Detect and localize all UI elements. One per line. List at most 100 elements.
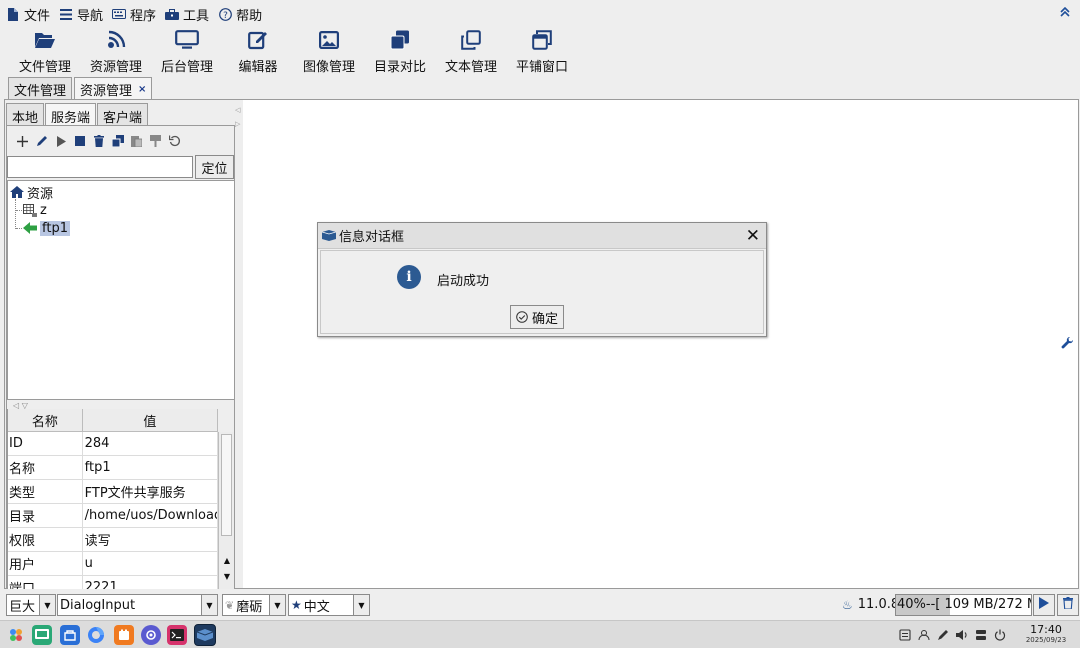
splitter-arrows-icon[interactable]: ◁ ▷ — [235, 103, 240, 131]
pen-icon[interactable] — [934, 627, 952, 643]
system-tray — [896, 627, 1010, 643]
volume-icon[interactable] — [953, 627, 971, 643]
toolbar-image-manager[interactable]: 图像管理 — [294, 28, 364, 75]
table-row[interactable]: 目录 /home/uos/Downloads — [8, 504, 218, 528]
menu-program[interactable]: 程序 — [112, 5, 156, 24]
play-icon[interactable] — [51, 132, 70, 150]
tab-local[interactable]: 本地 — [6, 103, 45, 126]
trash-icon[interactable] — [89, 132, 108, 150]
stop-icon[interactable] — [70, 132, 89, 150]
toolbar-backend-manager[interactable]: 后台管理 — [152, 28, 222, 75]
gc-run-button[interactable] — [1033, 594, 1055, 616]
clone-small-icon[interactable] — [108, 132, 127, 150]
menu-file[interactable]: 文件 — [6, 5, 50, 24]
table-scrollbar[interactable]: ▲ ▼ — [218, 432, 234, 589]
theme-select[interactable]: ❦ 磨砺 ▼ — [222, 594, 286, 616]
menu-bar: 文件 导航 程序 工具 ? 帮助 — [0, 0, 1080, 28]
menu-navigate[interactable]: 导航 — [59, 5, 103, 24]
toolbar-file-manager[interactable]: 文件管理 — [10, 28, 80, 75]
font-size-select[interactable]: 巨大 ▼ — [6, 594, 56, 616]
dialog-titlebar[interactable]: 信息对话框 ✕ — [318, 223, 766, 249]
toolbar-tile-windows[interactable]: 平铺窗口 — [507, 28, 577, 75]
language-select[interactable]: ★ 中文 ▼ — [288, 594, 370, 616]
clear-button[interactable] — [1057, 594, 1079, 616]
settings-app-icon[interactable] — [141, 625, 161, 645]
user-icon[interactable] — [915, 627, 933, 643]
system-clock[interactable]: 17:40 2025/09/23 — [1023, 624, 1069, 646]
row-value: u — [83, 552, 218, 575]
scroll-down-icon[interactable]: ▼ — [221, 569, 233, 583]
dialog-body: i 启动成功 确定 — [320, 250, 764, 334]
star-icon: ★ — [291, 598, 302, 612]
double-chevron-up-icon[interactable] — [1060, 6, 1070, 20]
tree-node-label: 资源 — [27, 186, 54, 202]
files-app-icon[interactable] — [114, 625, 134, 645]
table-row[interactable]: 端口 2221 — [8, 576, 218, 589]
ok-button[interactable]: 确定 — [510, 305, 564, 329]
tree-node-ftp1[interactable]: ftp1 — [22, 219, 70, 237]
tree-node-z[interactable]: z — [22, 201, 47, 219]
refresh-icon[interactable] — [165, 132, 184, 150]
tab-resource-manager[interactable]: 资源管理 × — [74, 77, 153, 99]
launcher-icon[interactable] — [6, 625, 26, 645]
terminal-app-icon[interactable] — [167, 625, 187, 645]
menu-program-label: 程序 — [130, 8, 157, 24]
wrench-icon[interactable] — [1061, 336, 1074, 354]
tree-connector — [15, 199, 16, 229]
menu-help[interactable]: ? 帮助 — [218, 5, 262, 24]
scroll-up-icon[interactable]: ▲ — [221, 553, 233, 567]
browser-icon[interactable] — [86, 625, 106, 645]
java-app-icon[interactable] — [194, 624, 216, 646]
toolbar-editor[interactable]: 编辑器 — [223, 28, 293, 75]
add-icon[interactable] — [13, 132, 32, 150]
dialog-message: 启动成功 — [437, 274, 490, 289]
main-toolbar: 文件管理 资源管理 后台管理 编辑器 图像管理 目录对比 文本管理 平铺窗口 — [0, 28, 1080, 76]
tree-node-resources[interactable]: 资源 — [9, 183, 54, 202]
column-header-value[interactable]: 值 — [83, 409, 218, 431]
toolbar-text-manager[interactable]: 文本管理 — [436, 28, 506, 75]
chevron-down-icon: ▼ — [201, 595, 217, 615]
table-row[interactable]: ID 284 — [8, 432, 218, 456]
desktop-app-icon[interactable] — [32, 625, 52, 645]
panel-body: 定位 资源 z ftp1 ◁ ▽ 名称 值 ID 284 名称 ftp1 类型 … — [6, 125, 235, 589]
home-icon — [9, 185, 25, 199]
table-row[interactable]: 用户 u — [8, 552, 218, 576]
scrollbar-thumb[interactable] — [221, 434, 232, 536]
toolbar-resource-manager[interactable]: 资源管理 — [81, 28, 151, 75]
column-header-name[interactable]: 名称 — [8, 409, 83, 431]
app-store-icon[interactable] — [60, 625, 80, 645]
locate-button[interactable]: 定位 — [195, 155, 234, 179]
table-row[interactable]: 类型 FTP文件共享服务 — [8, 480, 218, 504]
table-row[interactable]: 权限 读写 — [8, 528, 218, 552]
toolbar-dir-compare[interactable]: 目录对比 — [365, 28, 435, 75]
memory-usage-bar[interactable]: 40%--[ 109 MB/272 MB ] — [895, 594, 1032, 616]
font-family-select[interactable]: DialogInput ▼ — [57, 594, 218, 616]
resource-toolbar — [13, 132, 184, 150]
check-circle-icon — [516, 311, 528, 323]
tab-client[interactable]: 客户端 — [97, 103, 149, 126]
power-icon[interactable] — [991, 627, 1009, 643]
menu-navigate-label: 导航 — [77, 8, 104, 24]
menu-tools[interactable]: 工具 — [165, 5, 209, 24]
table-row[interactable]: 名称 ftp1 — [8, 456, 218, 480]
pencil-icon[interactable] — [32, 132, 51, 150]
os-taskbar: 17:40 2025/09/23 — [0, 620, 1080, 648]
tab-resource-manager-label: 资源管理 — [80, 84, 133, 99]
close-icon[interactable]: × — [138, 84, 146, 95]
folder-open-icon — [33, 28, 57, 52]
network-icon[interactable] — [972, 627, 990, 643]
info-icon: i — [397, 265, 421, 289]
file-icon — [6, 7, 20, 21]
dialog-close-button[interactable]: ✕ — [746, 226, 760, 246]
paste-icon[interactable] — [127, 132, 146, 150]
clipboard-icon[interactable] — [896, 627, 914, 643]
row-value: 2221 — [83, 576, 218, 589]
panel-tabs: 本地 服务端 客户端 — [6, 103, 149, 126]
search-input[interactable] — [7, 156, 193, 178]
tab-file-manager[interactable]: 文件管理 — [8, 77, 73, 99]
properties-table: 名称 值 ID 284 名称 ftp1 类型 FTP文件共享服务 目录 /hom… — [7, 409, 218, 589]
toolbar-image-manager-label: 图像管理 — [302, 60, 355, 75]
flag-icon[interactable] — [146, 132, 165, 150]
tab-server[interactable]: 服务端 — [45, 103, 97, 126]
toolbar-dir-compare-label: 目录对比 — [373, 60, 426, 75]
